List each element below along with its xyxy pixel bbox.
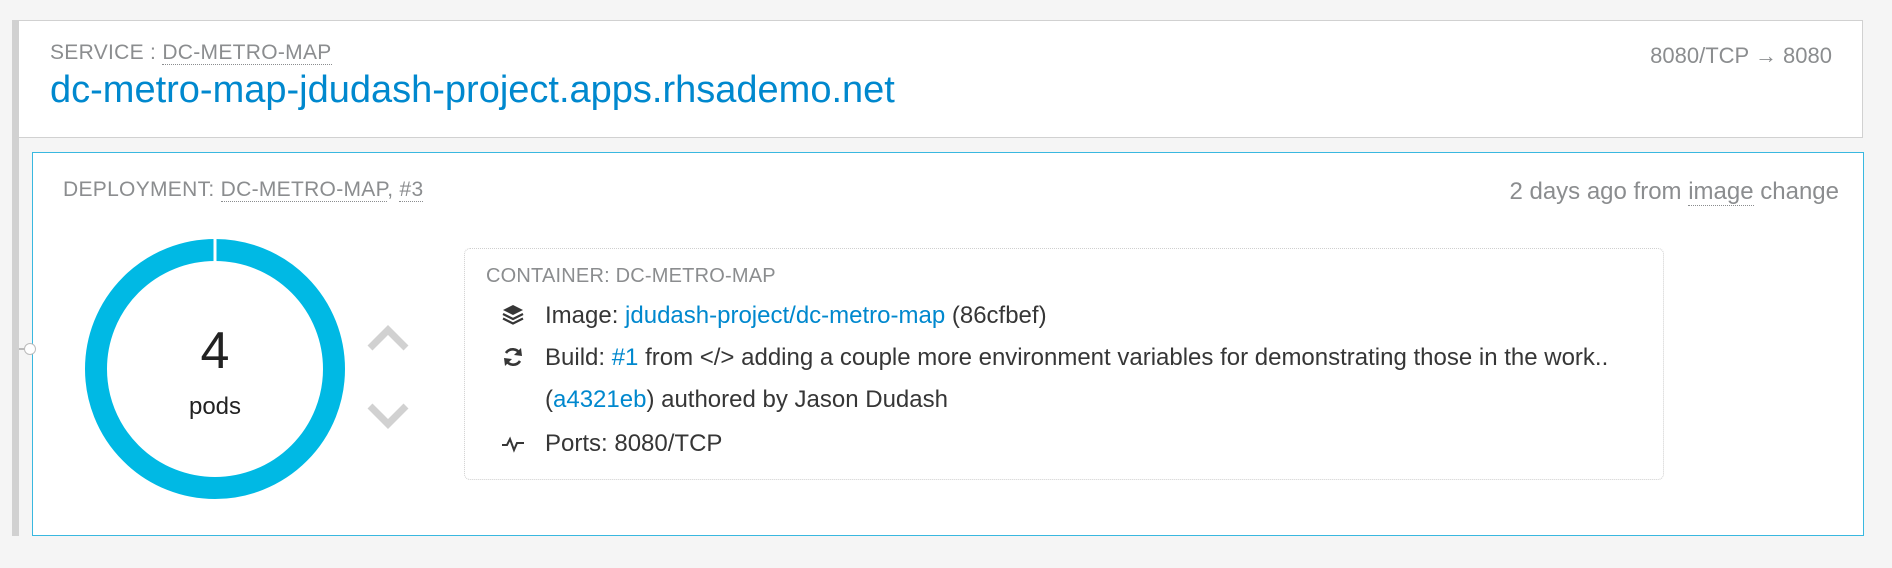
code-icon: </> [699, 344, 735, 371]
build-row: Build: #1 from </> adding a couple more … [545, 337, 1635, 421]
layers-icon [502, 305, 524, 325]
deployment-name-link[interactable]: DC-METRO-MAP [220, 178, 388, 202]
connector-node [24, 343, 36, 355]
deployment-time-prefix: 2 days ago from [1509, 178, 1689, 205]
image-label: Image: [545, 302, 626, 329]
container-title: CONTAINER: DC-METRO-MAP [486, 265, 776, 287]
deployment-trigger[interactable]: image [1688, 178, 1754, 206]
build-author: ) authored by Jason Dudash [646, 386, 948, 413]
build-from: from [638, 344, 700, 371]
commit-link[interactable]: a4321eb [553, 386, 646, 413]
deployment-time-suffix: change [1753, 178, 1839, 205]
deployment-time: 2 days ago from image change [1509, 178, 1839, 206]
build-link[interactable]: #1 [612, 344, 639, 371]
pods-unit: pods [188, 393, 242, 420]
image-link[interactable]: jdudash-project/dc-metro-map [625, 302, 945, 329]
build-label: Build: [545, 344, 612, 371]
chevron-down-icon[interactable] [366, 398, 410, 434]
image-hash: (86cfbef) [945, 302, 1047, 329]
service-ports: 8080/TCP → 8080 [1650, 43, 1832, 68]
pulse-icon [502, 436, 524, 453]
deployment-version-link[interactable]: #3 [399, 178, 424, 202]
ports-label: Ports: [545, 430, 615, 457]
pods-count: 4 [200, 322, 230, 380]
service-route-link[interactable]: dc-metro-map-jdudash-project.apps.rhsade… [50, 69, 895, 112]
container-box: CONTAINER: DC-METRO-MAP Image: jdudash-p… [464, 248, 1664, 480]
service-card: SERVICE : DC-METRO-MAP dc-metro-map-jdud… [19, 20, 1863, 138]
ports-row: Ports: 8080/TCP [545, 423, 1635, 465]
image-row: Image: jdudash-project/dc-metro-map (86c… [545, 295, 1635, 337]
ports-value: 8080/TCP [614, 430, 723, 457]
service-label-prefix: SERVICE : [50, 41, 163, 64]
chevron-up-icon[interactable] [366, 320, 410, 356]
service-label: SERVICE : DC-METRO-MAP [50, 41, 332, 65]
deployment-separator: , [387, 178, 400, 201]
left-rail [12, 20, 19, 536]
deployment-header: DEPLOYMENT: DC-METRO-MAP, #3 [63, 178, 424, 202]
service-name[interactable]: DC-METRO-MAP [162, 41, 332, 65]
deployment-label-prefix: DEPLOYMENT: [63, 178, 221, 201]
refresh-icon [504, 348, 522, 366]
